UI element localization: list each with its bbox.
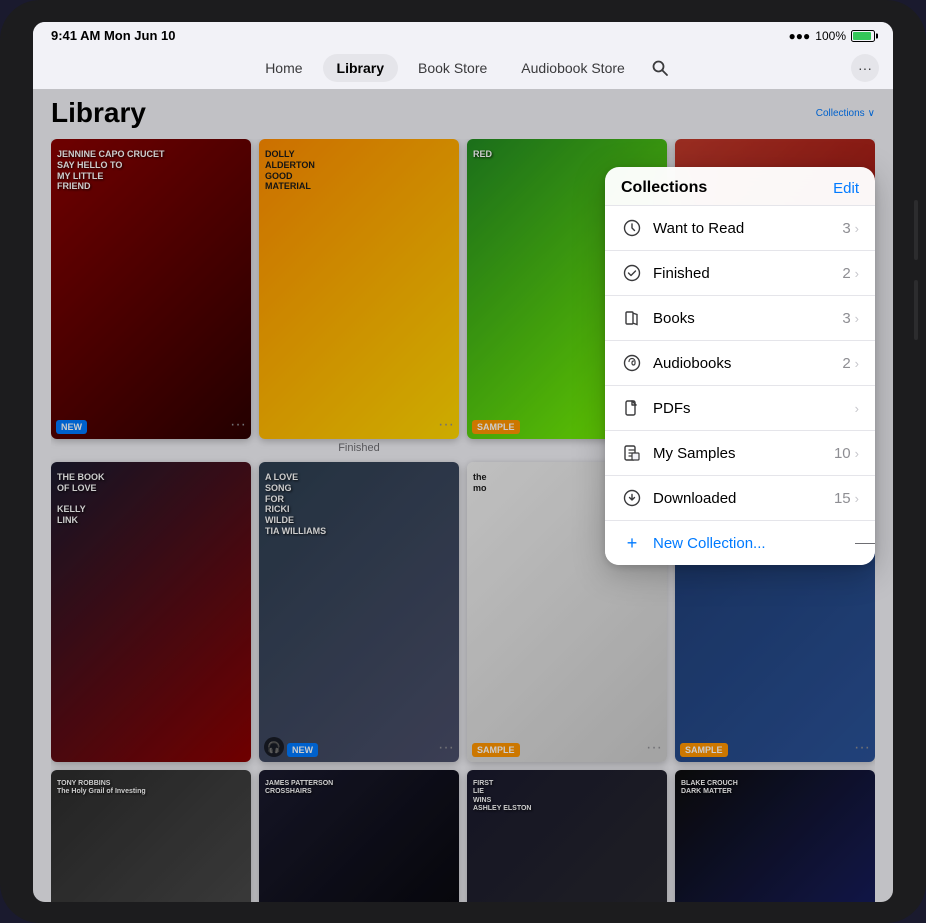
want-to-read-chevron: › [855, 221, 859, 236]
nav-bar: Home Library Book Store Audiobook Store … [33, 47, 893, 89]
want-to-read-count: 3 [842, 220, 850, 237]
dropdown-edit-button[interactable]: Edit [833, 180, 859, 197]
status-right: ●●● 100% [789, 29, 875, 43]
pdfs-chevron: › [855, 401, 859, 416]
nav-tab-library[interactable]: Library [323, 54, 398, 82]
audiobooks-count: 2 [842, 355, 850, 372]
want-to-read-label: Want to Read [653, 220, 842, 237]
new-collection-icon: + [621, 532, 643, 554]
ipad-frame: 9:41 AM Mon Jun 10 ●●● 100% Home Library… [0, 0, 926, 923]
volume-down-button[interactable] [914, 280, 918, 340]
pdfs-icon [621, 397, 643, 419]
audiobooks-chevron: › [855, 356, 859, 371]
wifi-icon: ●●● [789, 29, 811, 43]
more-icon: ··· [858, 60, 872, 76]
dropdown-title: Collections [621, 179, 707, 197]
collection-item-want-to-read[interactable]: Want to Read 3 › [605, 206, 875, 251]
downloaded-count: 15 [834, 490, 851, 507]
search-button[interactable] [645, 53, 675, 83]
status-bar: 9:41 AM Mon Jun 10 ●●● 100% [33, 22, 893, 47]
new-collection-label: New Collection... [653, 535, 766, 552]
pdfs-label: PDFs [653, 400, 851, 417]
battery-text: 100% [815, 29, 846, 43]
my-samples-chevron: › [855, 446, 859, 461]
finished-icon [621, 262, 643, 284]
books-count: 3 [842, 310, 850, 327]
more-button[interactable]: ··· [851, 54, 879, 82]
my-samples-label: My Samples [653, 445, 834, 462]
collection-item-my-samples[interactable]: My Samples 10 › [605, 431, 875, 476]
collection-item-books[interactable]: Books 3 › [605, 296, 875, 341]
battery-fill [853, 32, 871, 40]
finished-count: 2 [842, 265, 850, 282]
collection-item-downloaded[interactable]: Downloaded 15 › [605, 476, 875, 521]
collection-item-audiobooks[interactable]: Audiobooks 2 › [605, 341, 875, 386]
downloaded-chevron: › [855, 491, 859, 506]
my-samples-count: 10 [834, 445, 851, 462]
audiobooks-icon [621, 352, 643, 374]
library-container: Library Collections ∨ JENNINE CAPO CRUCE… [33, 89, 893, 902]
nav-tab-audiobookstore[interactable]: Audiobook Store [507, 54, 639, 82]
books-label: Books [653, 310, 842, 327]
status-time: 9:41 AM Mon Jun 10 [51, 28, 175, 43]
finished-label: Finished [653, 265, 842, 282]
my-samples-icon [621, 442, 643, 464]
nav-tab-home[interactable]: Home [251, 54, 316, 82]
finished-chevron: › [855, 266, 859, 281]
dropdown-header: Collections Edit [605, 167, 875, 206]
downloaded-icon [621, 487, 643, 509]
books-icon [621, 307, 643, 329]
screen: 9:41 AM Mon Jun 10 ●●● 100% Home Library… [33, 22, 893, 902]
books-chevron: › [855, 311, 859, 326]
want-to-read-icon [621, 217, 643, 239]
new-collection-item[interactable]: + New Collection... [605, 521, 875, 565]
collection-item-finished[interactable]: Finished 2 › [605, 251, 875, 296]
callout-line [855, 543, 875, 544]
battery-icon [851, 30, 875, 42]
collections-dropdown: Collections Edit Want to Read 3 › [605, 167, 875, 565]
audiobooks-label: Audiobooks [653, 355, 842, 372]
downloaded-label: Downloaded [653, 490, 834, 507]
nav-tab-bookstore[interactable]: Book Store [404, 54, 501, 82]
volume-up-button[interactable] [914, 200, 918, 260]
collection-item-pdfs[interactable]: PDFs › [605, 386, 875, 431]
